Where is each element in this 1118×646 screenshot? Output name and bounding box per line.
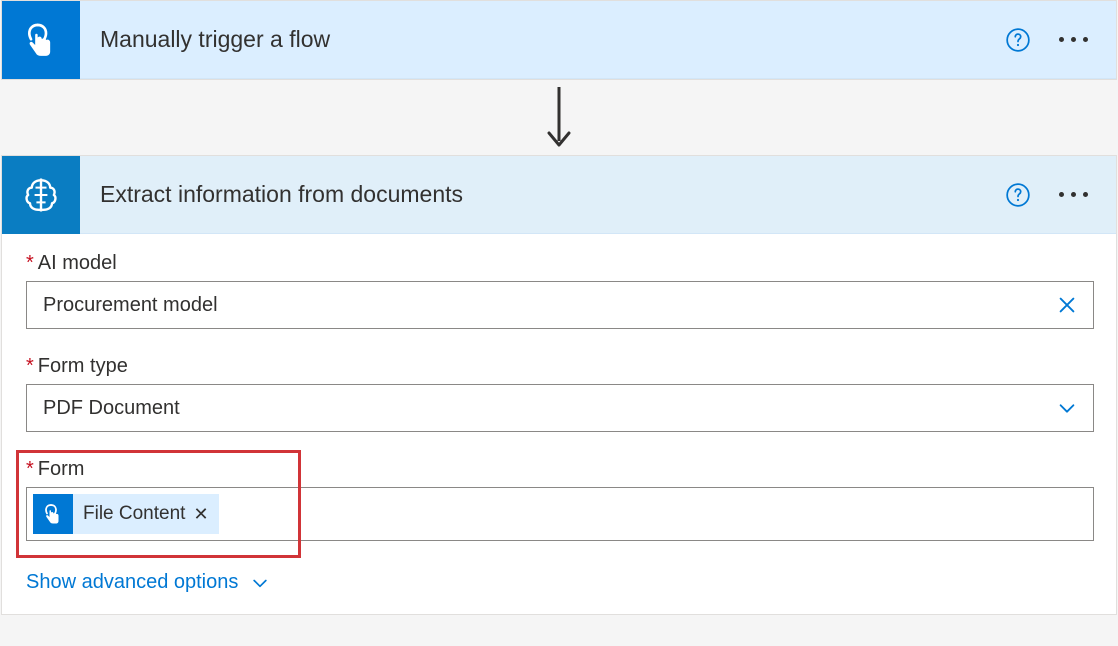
form-type-label-text: Form type (38, 355, 128, 378)
form-label-text: Form (38, 458, 85, 481)
trigger-icon-box (2, 1, 80, 79)
action-body: * AI model Procurement model * Form type… (2, 234, 1116, 614)
ai-model-value: Procurement model (43, 294, 1053, 317)
form-label: * Form (26, 458, 1094, 481)
more-icon[interactable] (1059, 192, 1088, 197)
action-card: Extract information from documents * AI … (1, 155, 1117, 615)
brain-icon (19, 173, 63, 217)
token-source-icon-box (33, 494, 73, 534)
help-icon[interactable] (1005, 27, 1031, 53)
form-input[interactable]: File Content ✕ (26, 487, 1094, 541)
trigger-card: Manually trigger a flow (1, 0, 1117, 80)
ai-model-label-text: AI model (38, 252, 117, 275)
ai-model-label: * AI model (26, 252, 1092, 275)
action-header-actions (1005, 182, 1116, 208)
arrow-connector (1, 80, 1117, 155)
trigger-header[interactable]: Manually trigger a flow (2, 1, 1116, 79)
remove-token-icon[interactable]: ✕ (193, 504, 208, 525)
required-star: * (26, 355, 34, 378)
chevron-down-icon[interactable] (1053, 394, 1081, 422)
required-star: * (26, 252, 34, 275)
tap-icon (21, 20, 61, 60)
ai-model-input[interactable]: Procurement model (26, 281, 1094, 329)
token-label: File Content (83, 503, 185, 525)
form-type-label: * Form type (26, 355, 1092, 378)
arrow-down-icon (544, 83, 574, 153)
required-star: * (26, 458, 34, 481)
tap-icon (41, 502, 65, 526)
file-content-token[interactable]: File Content ✕ (33, 494, 219, 534)
help-icon[interactable] (1005, 182, 1031, 208)
clear-icon[interactable] (1053, 291, 1081, 319)
trigger-title: Manually trigger a flow (100, 26, 1005, 53)
form-type-select[interactable]: PDF Document (26, 384, 1094, 432)
trigger-header-actions (1005, 27, 1116, 53)
action-icon-box (2, 156, 80, 234)
form-field-wrapper: * Form File Content ✕ (26, 458, 1094, 541)
more-icon[interactable] (1059, 37, 1088, 42)
action-title: Extract information from documents (100, 181, 1005, 208)
chevron-down-icon (250, 573, 270, 593)
advanced-link-text: Show advanced options (26, 571, 238, 594)
action-header[interactable]: Extract information from documents (2, 156, 1116, 234)
form-type-value: PDF Document (43, 397, 1053, 420)
show-advanced-options-link[interactable]: Show advanced options (26, 571, 270, 594)
